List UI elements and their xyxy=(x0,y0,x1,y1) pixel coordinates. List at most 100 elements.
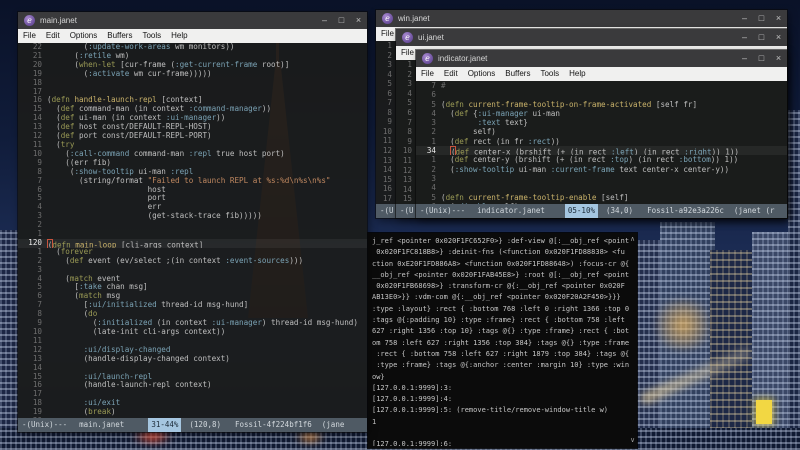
code-line[interactable]: 18 xyxy=(18,78,367,88)
maximize-button[interactable]: □ xyxy=(333,12,350,29)
code-line[interactable]: 20 (when-let [cur-frame (:get-current-fr… xyxy=(18,60,367,70)
code-line[interactable]: 34 (def center-x (brshift (+ (in rect :l… xyxy=(416,146,787,156)
code-line[interactable]: 11 (try xyxy=(18,140,367,150)
line-number: 5 xyxy=(387,79,392,89)
code-line[interactable]: 8 (do xyxy=(18,309,367,319)
menu-item-edit[interactable]: Edit xyxy=(41,29,65,43)
code-line[interactable]: 2 self) xyxy=(416,127,787,136)
code-line[interactable]: 16 (handle-launch-repl context) xyxy=(18,381,367,390)
close-button[interactable]: × xyxy=(770,50,787,67)
code-line[interactable]: 120 (defn main-loop [cli-args context] xyxy=(18,238,367,248)
code-line[interactable]: 10 (:call-command command-man :repl true… xyxy=(18,149,367,159)
repl-terminal-window[interactable]: j_ref <pointer 0x020F1FC652F0>} :def-vie… xyxy=(368,233,637,448)
code-line[interactable]: 9 ((err fib) xyxy=(18,158,367,168)
menu-item-file[interactable]: File xyxy=(416,67,439,81)
menu-item-help[interactable]: Help xyxy=(564,67,590,81)
code-line[interactable]: 15 (def command-man (in context :command… xyxy=(18,104,367,114)
code-line[interactable]: 10 (late-init cli-args context)) xyxy=(18,327,367,337)
titlebar[interactable]: e indicator.janet – □ × xyxy=(416,50,787,67)
line-number: 5 xyxy=(431,99,436,109)
code-line[interactable]: 1 xyxy=(18,229,367,239)
code-line[interactable]: 5 [:take chan msg] xyxy=(18,283,367,292)
code-line[interactable]: 4 (match event xyxy=(18,274,367,284)
code-line[interactable]: 11 xyxy=(18,336,367,346)
code-line[interactable]: 3 xyxy=(18,265,367,275)
code-line[interactable]: 16 (defn handle-launch-repl [context] xyxy=(18,96,367,105)
minimize-button[interactable]: – xyxy=(736,29,753,46)
code-line[interactable]: 2 (def event (ev/select ;(in context :ev… xyxy=(18,256,367,266)
line-number: 8 xyxy=(407,127,412,137)
code-line[interactable]: 5 (defn current-frame-tooltip-enable [sel… xyxy=(416,193,787,202)
maximize-button[interactable]: □ xyxy=(753,50,770,67)
modeline-position: 31-44% xyxy=(148,418,182,432)
close-button[interactable]: × xyxy=(770,10,787,27)
code-line[interactable]: 19 (:activate wm cur-frame))))) xyxy=(18,69,367,79)
menu-item-buffers[interactable]: Buffers xyxy=(500,67,535,81)
line-number: 4 xyxy=(407,88,412,98)
menu-item-buffers[interactable]: Buffers xyxy=(102,29,137,43)
code-line[interactable]: 6 (match msg xyxy=(18,291,367,301)
minimize-button[interactable]: – xyxy=(316,12,333,29)
close-button[interactable]: × xyxy=(350,12,367,29)
code-line[interactable]: 17 xyxy=(18,87,367,97)
code-line[interactable]: 5 port xyxy=(18,193,367,203)
close-button[interactable]: × xyxy=(770,29,787,46)
scroll-up-icon[interactable]: ∧ xyxy=(629,234,636,245)
menu-item-options[interactable]: Options xyxy=(65,29,103,43)
modeline-dashes: -(Unix)--- xyxy=(22,420,68,429)
code-text: (get-stack-trace fib))))) xyxy=(47,212,262,221)
menu-item-edit[interactable]: Edit xyxy=(439,67,463,81)
titlebar[interactable]: e win.janet – □ × xyxy=(376,10,787,27)
code-line[interactable]: 3 xyxy=(416,174,787,183)
code-line[interactable]: 14 xyxy=(18,363,367,373)
menu-item-file[interactable]: File xyxy=(18,29,41,43)
code-line[interactable]: 15 :ui/launch-repl xyxy=(18,372,367,382)
code-line[interactable]: 7 (string/format "Failed to launch REPL … xyxy=(18,176,367,186)
code-line[interactable]: 3 (get-stack-trace fib))))) xyxy=(18,211,367,221)
code-line[interactable]: 2 (:show-tooltip ui-man :current-frame t… xyxy=(416,165,787,174)
code-line[interactable]: 4 err xyxy=(18,202,367,212)
code-line[interactable]: 4 xyxy=(416,183,787,192)
code-area[interactable]: 22 (:update-work-areas wm monitors)) 21 (… xyxy=(18,43,367,418)
code-line[interactable]: 3 :text text} xyxy=(416,118,787,127)
code-line[interactable]: 12 :ui/display-changed xyxy=(18,345,367,355)
minimize-button[interactable]: – xyxy=(736,50,753,67)
code-line[interactable]: 18 :ui/exit xyxy=(18,398,367,408)
line-number: 3 xyxy=(407,79,412,89)
menu-item-tools[interactable]: Tools xyxy=(137,29,166,43)
titlebar[interactable]: e ui.janet – □ × xyxy=(396,29,787,46)
terminal-line: [127.0.0.1:9999]:3: xyxy=(372,383,453,392)
code-line[interactable]: 1 (forever xyxy=(18,247,367,257)
menu-item-tools[interactable]: Tools xyxy=(535,67,564,81)
code-line[interactable]: 19 (break) xyxy=(18,407,367,417)
menu-item-options[interactable]: Options xyxy=(463,67,501,81)
code-area[interactable]: 7 #6 5 (defn current-frame-tooltip-on-frame… xyxy=(416,81,787,204)
code-line[interactable]: 6 host xyxy=(18,185,367,195)
code-line[interactable]: 8 (:show-tooltip ui-man :repl xyxy=(18,167,367,177)
code-line[interactable]: 1 (def center-y (brshift (+ (in rect :to… xyxy=(416,155,787,164)
menu-item-help[interactable]: Help xyxy=(166,29,192,43)
code-line[interactable]: 14 (def ui-man (in context :ui-manager)) xyxy=(18,113,367,123)
code-line[interactable]: 22 (:update-work-areas wm monitors)) xyxy=(18,43,367,52)
code-line[interactable]: 9 (:initialized (in context :ui-manager)… xyxy=(18,318,367,328)
code-line[interactable]: 21 (:retile wm) xyxy=(18,51,367,61)
code-line[interactable]: 13 (handle-display-changed context) xyxy=(18,354,367,364)
emacs-icon: e xyxy=(382,13,393,24)
code-line[interactable]: 1 (def rect (in fr :rect)) xyxy=(416,137,787,146)
code-line[interactable]: 5 (defn current-frame-tooltip-on-frame-ac… xyxy=(416,100,787,109)
code-line[interactable]: 17 xyxy=(18,389,367,399)
terminal-output[interactable]: j_ref <pointer 0x020F1FC652F0>} :def-vie… xyxy=(372,236,629,446)
code-line[interactable]: 7 [:ui/initialized thread-id msg-hund] xyxy=(18,300,367,310)
code-line[interactable]: 13 (def host const/DEFAULT-REPL-HOST) xyxy=(18,122,367,132)
code-line[interactable]: 4 (def {:ui-manager ui-man xyxy=(416,109,787,118)
minimize-button[interactable]: – xyxy=(736,10,753,27)
titlebar[interactable]: e main.janet – □ × xyxy=(18,12,367,29)
code-line[interactable]: 2 xyxy=(18,220,367,230)
line-number: 7 xyxy=(431,81,436,90)
maximize-button[interactable]: □ xyxy=(753,10,770,27)
scroll-down-icon[interactable]: ∨ xyxy=(629,435,636,446)
code-line[interactable]: 6 xyxy=(416,90,787,99)
maximize-button[interactable]: □ xyxy=(753,29,770,46)
code-line[interactable]: 7 # xyxy=(416,81,787,90)
code-line[interactable]: 12 (def port const/DEFAULT-REPL-PORT) xyxy=(18,131,367,141)
